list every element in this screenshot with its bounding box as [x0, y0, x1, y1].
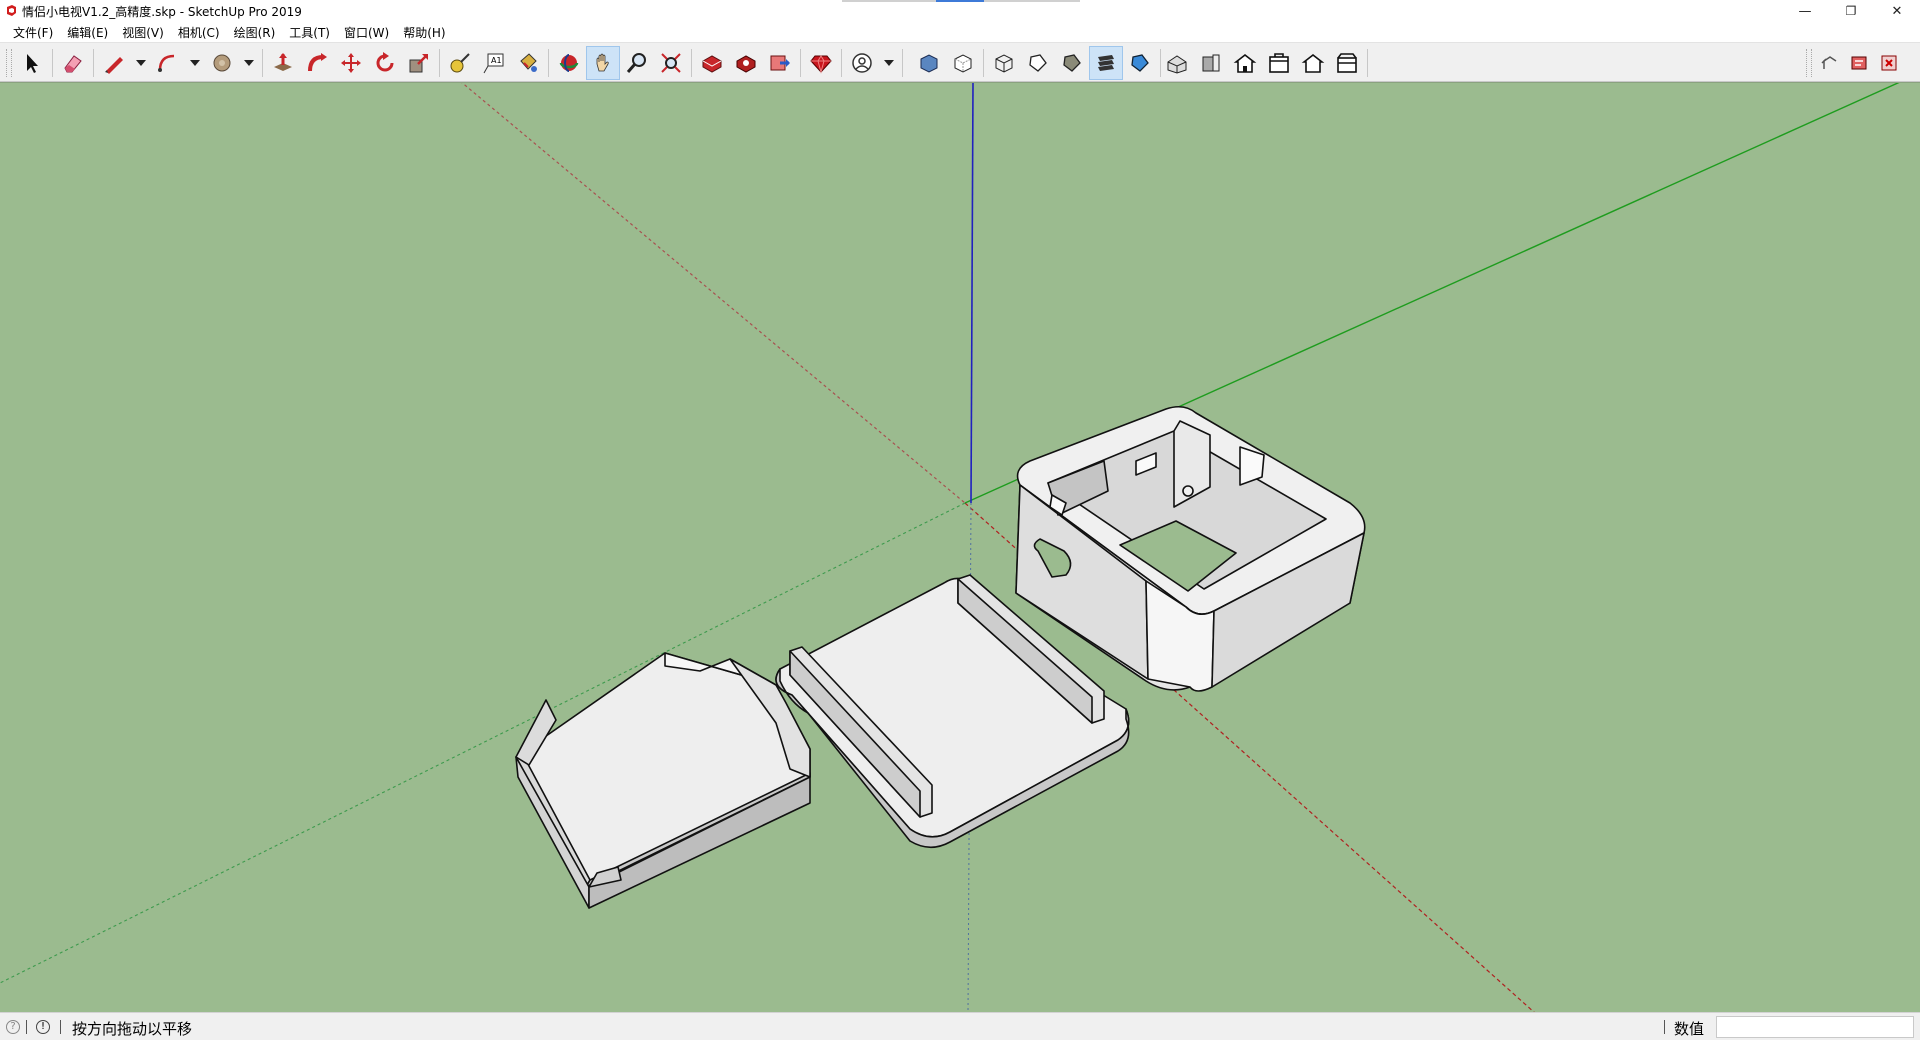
zoom-extents-icon[interactable] — [654, 46, 688, 80]
left-view-icon[interactable] — [1330, 46, 1364, 80]
instructor-info-icon[interactable]: ! — [36, 1020, 50, 1034]
toolbar-separator — [983, 48, 984, 77]
blue-axis-positive — [970, 83, 974, 504]
green-axis-negative — [0, 502, 966, 984]
main-toolbar: A1 — [0, 42, 1920, 82]
right-view-icon[interactable] — [1262, 46, 1296, 80]
extension-warehouse-icon[interactable] — [729, 46, 763, 80]
toolbar-separator — [1367, 48, 1368, 77]
rotate-icon[interactable] — [368, 46, 402, 80]
toolbar-separator — [52, 48, 53, 77]
toolbar-grip[interactable] — [6, 48, 12, 77]
back-view-icon[interactable] — [1296, 46, 1330, 80]
tab-strip-left — [842, 0, 938, 2]
move-icon[interactable] — [334, 46, 368, 80]
close-button[interactable]: ✕ — [1874, 0, 1920, 22]
wireframe-icon[interactable] — [987, 46, 1021, 80]
status-separator — [60, 1020, 61, 1034]
status-separator — [1664, 1020, 1665, 1034]
ruby-console-icon[interactable] — [804, 46, 838, 80]
toolbar-separator — [262, 48, 263, 77]
line-dropdown-chevron-down-icon[interactable] — [131, 46, 151, 80]
svg-text:A1: A1 — [491, 56, 502, 65]
title-bar: 情侣小电视V1.2_高精度.skp - SketchUp Pro 2019 — … — [0, 0, 1920, 22]
window-title: 情侣小电视V1.2_高精度.skp - SketchUp Pro 2019 — [22, 5, 302, 19]
toolbar-group-extensions — [1806, 45, 1905, 80]
toolbar-group-principal: A1 — [6, 45, 906, 80]
drawing-viewport[interactable] — [0, 82, 1920, 1012]
status-message: 按方向拖动以平移 — [72, 1020, 193, 1038]
toolbar-separator — [439, 48, 440, 77]
select-icon[interactable] — [15, 46, 49, 80]
toolbar-separator — [841, 48, 842, 77]
model-front-panel[interactable] — [515, 652, 811, 909]
tab-strip-active — [936, 0, 984, 2]
toolbar-grip[interactable] — [1806, 48, 1812, 77]
minimize-button[interactable]: — — [1782, 0, 1828, 22]
follow-me-icon[interactable] — [300, 46, 334, 80]
shaded-icon[interactable] — [1055, 46, 1089, 80]
back-edges-icon[interactable] — [946, 46, 980, 80]
status-bar: ? ! 按方向拖动以平移 数值 — [0, 1012, 1920, 1040]
toolbar-group-views — [1160, 45, 1371, 80]
menu-draw[interactable]: 绘图(R) — [227, 24, 283, 41]
send-to-layout-icon[interactable] — [763, 46, 797, 80]
menu-help[interactable]: 帮助(H) — [396, 24, 452, 41]
menu-view[interactable]: 视图(V) — [115, 24, 171, 41]
line-icon[interactable] — [97, 46, 131, 80]
paint-bucket-icon[interactable] — [511, 46, 545, 80]
zoom-icon[interactable] — [620, 46, 654, 80]
hidden-line-icon[interactable] — [1021, 46, 1055, 80]
arc-icon[interactable] — [151, 46, 185, 80]
measurements-label: 数值 — [1674, 1020, 1705, 1038]
toolbar-separator — [93, 48, 94, 77]
menu-file[interactable]: 文件(F) — [6, 24, 60, 41]
toolbar-separator — [902, 48, 903, 77]
sketchup-logo-icon — [7, 5, 16, 16]
arc-dropdown-chevron-down-icon[interactable] — [185, 46, 205, 80]
iso-view-icon[interactable] — [1160, 46, 1194, 80]
model-box-shell[interactable] — [1015, 405, 1366, 692]
geo-location-icon[interactable]: ? — [6, 1020, 20, 1034]
sketchup-window: 情侣小电视V1.2_高精度.skp - SketchUp Pro 2019 — … — [0, 0, 1920, 1040]
menu-camera[interactable]: 相机(C) — [171, 24, 227, 41]
measurements-input[interactable] — [1716, 1016, 1914, 1038]
extension-a-icon[interactable] — [1845, 46, 1875, 80]
tab-strip-right — [984, 0, 1080, 2]
extension-b-icon[interactable] — [1875, 46, 1905, 80]
3d-warehouse-icon[interactable] — [695, 46, 729, 80]
monochrome-icon[interactable] — [1123, 46, 1157, 80]
menu-window[interactable]: 窗口(W) — [337, 24, 396, 41]
model-scene — [0, 83, 1900, 1012]
shape-icon[interactable] — [205, 46, 239, 80]
red-axis-negative — [461, 83, 966, 504]
tape-measure-icon[interactable] — [443, 46, 477, 80]
toolbar-separator — [800, 48, 801, 77]
toolbar-separator — [548, 48, 549, 77]
top-view-icon[interactable] — [1194, 46, 1228, 80]
shape-dropdown-chevron-down-icon[interactable] — [239, 46, 259, 80]
account-icon[interactable] — [845, 46, 879, 80]
restore-button[interactable]: ❐ — [1828, 0, 1874, 22]
shaded-with-textures-icon[interactable] — [1089, 45, 1123, 80]
menu-tools[interactable]: 工具(T) — [282, 24, 337, 41]
orbit-icon[interactable] — [552, 46, 586, 80]
xray-icon[interactable] — [912, 46, 946, 80]
status-separator — [26, 1020, 27, 1034]
push-pull-icon[interactable] — [266, 46, 300, 80]
menu-edit[interactable]: 编辑(E) — [60, 24, 115, 41]
front-view-icon[interactable] — [1228, 46, 1262, 80]
account-dropdown-chevron-down-icon[interactable] — [879, 46, 899, 80]
text-icon[interactable]: A1 — [477, 46, 511, 80]
toolbar-separator — [691, 48, 692, 77]
toolbar-group-styles — [912, 45, 1164, 80]
eraser-icon[interactable] — [56, 46, 90, 80]
scale-icon[interactable] — [402, 46, 436, 80]
pan-icon[interactable] — [586, 45, 620, 80]
undo-style-icon[interactable] — [1815, 46, 1845, 80]
menu-bar: 文件(F) 编辑(E) 视图(V) 相机(C) 绘图(R) 工具(T) 窗口(W… — [0, 22, 1920, 42]
